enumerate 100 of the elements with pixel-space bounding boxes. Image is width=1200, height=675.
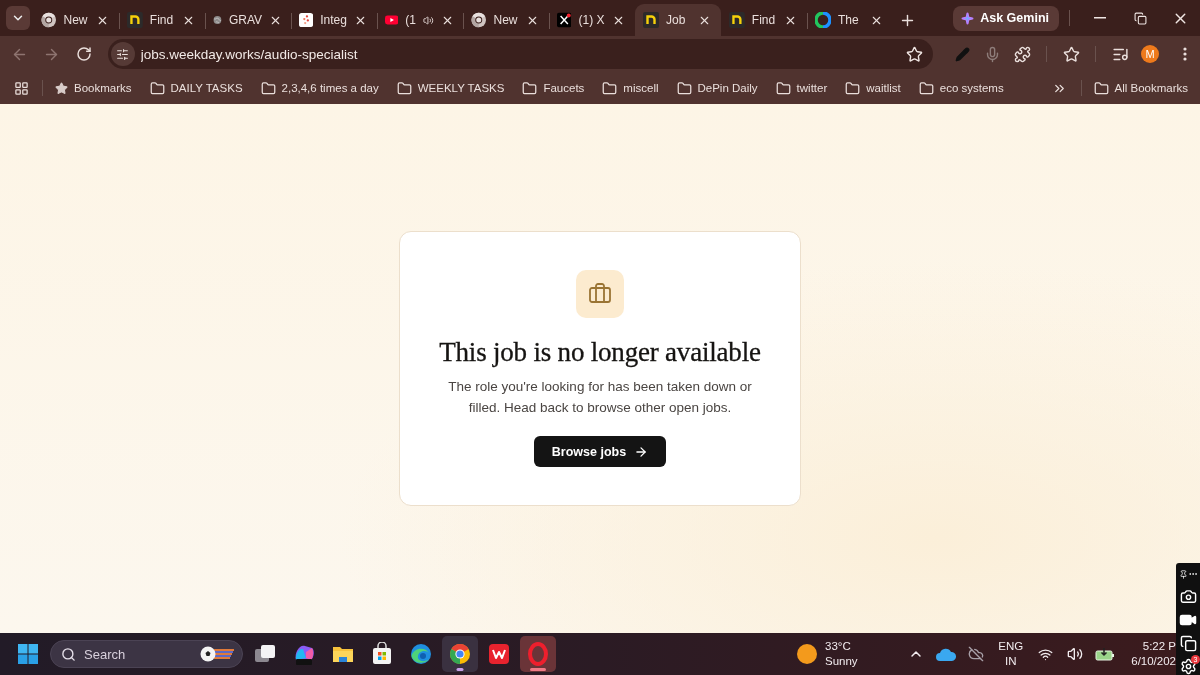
arch-logo-icon <box>729 12 745 28</box>
copy-icon <box>1179 635 1197 652</box>
ring-icon <box>526 642 550 666</box>
taskbar-search-button[interactable]: Search <box>50 640 243 668</box>
folder-icon <box>676 80 692 96</box>
browser-tab[interactable]: Integ <box>291 4 377 36</box>
page-message: The role you're looking for has been taken down or filled. Head back to browse other open jobs. <box>447 378 753 417</box>
ring-logo-icon <box>815 12 831 28</box>
bookmark-folder[interactable]: DePin Daily <box>670 76 764 100</box>
copy-button[interactable] <box>1178 635 1198 652</box>
tab-title: New <box>63 13 88 27</box>
bookmark-folder[interactable]: WEEKLY TASKS <box>390 76 511 100</box>
taskbar-app-button[interactable] <box>442 636 478 672</box>
cloud-icon <box>936 647 957 661</box>
bookmark-folder[interactable]: waitlist <box>839 76 907 100</box>
star-icon <box>55 81 68 95</box>
reload-icon <box>75 46 92 62</box>
bookmark-folder[interactable]: DAILY TASKS <box>143 76 249 100</box>
folder-icon <box>149 80 165 96</box>
page-title: This job is no longer available <box>439 336 761 368</box>
tab-title: (1 <box>405 13 416 27</box>
sparkle-icon <box>961 11 975 25</box>
browser-tab[interactable]: Find <box>721 4 807 36</box>
browser-tab[interactable]: Find <box>119 4 205 36</box>
clock[interactable]: 5:22 P 6/10/202 <box>1131 639 1176 669</box>
temperature-text: 33°C <box>825 639 852 654</box>
tab-title: Job <box>666 13 687 27</box>
arrow-right-icon <box>634 444 649 459</box>
folder-icon <box>602 80 618 96</box>
play-logo-icon <box>385 12 399 28</box>
weather-widget[interactable]: 33°C Sunny <box>797 639 858 669</box>
ask-gemini-button[interactable]: Ask Gemini <box>953 5 1059 31</box>
tab-title: (1) X <box>578 13 605 27</box>
language-button[interactable]: ENG IN <box>994 639 1028 669</box>
site-info-button[interactable] <box>110 42 135 66</box>
running-indicator <box>456 668 464 671</box>
browser-tab[interactable]: The <box>807 4 893 36</box>
briefcase-icon <box>576 270 624 318</box>
tab-title: Find <box>149 13 174 27</box>
bookmark-star-icon[interactable] <box>906 45 924 63</box>
menu-icon <box>1183 47 1188 61</box>
pencil-icon <box>954 46 970 62</box>
folder-icon <box>775 80 791 96</box>
grid-icon <box>13 80 29 96</box>
wifi-icon <box>1037 646 1053 662</box>
folder-icon <box>522 80 538 96</box>
star-icon <box>1062 45 1080 63</box>
browser-tab[interactable]: New <box>33 4 119 36</box>
browser-logo-icon <box>471 12 487 28</box>
arch-logo-icon <box>127 12 143 28</box>
minimize-icon <box>1094 17 1106 19</box>
bookmark-item[interactable]: Bookmarks <box>49 76 138 100</box>
browse-jobs-button[interactable]: Browse jobs <box>533 436 667 467</box>
address-bar[interactable]: jobs.weekday.works/audio-specialist <box>107 39 934 69</box>
bookmark-folder[interactable]: eco systems <box>912 76 1010 100</box>
restore-icon <box>1133 11 1147 25</box>
sliders-icon <box>116 47 130 61</box>
folder-icon <box>260 80 276 96</box>
search-icon <box>61 646 76 662</box>
windows-logo-icon <box>18 644 38 664</box>
folder-icon <box>396 80 412 96</box>
folder-icon <box>1093 80 1109 96</box>
screenshot-button[interactable] <box>1178 588 1198 605</box>
arch-logo-icon <box>643 12 659 28</box>
bookmark-folder[interactable]: 2,3,4,6 times a day <box>254 76 385 100</box>
puzzle-icon <box>1013 45 1031 63</box>
tab-title: Find <box>751 13 776 27</box>
tab-title: Integ <box>320 13 347 27</box>
browser-tab[interactable]: New <box>463 4 549 36</box>
weather-condition: Sunny <box>825 654 858 669</box>
bookmark-folder[interactable]: Faucets <box>516 76 591 100</box>
battery-icon <box>1095 647 1116 661</box>
soccer-ball-icon <box>200 646 234 662</box>
office-tile-icon <box>487 642 511 666</box>
browser-logo-icon <box>41 12 57 28</box>
shopping-bag-icon <box>370 642 394 666</box>
cloud-off-icon <box>968 646 985 662</box>
tab-title: New <box>493 13 518 27</box>
browser-tab[interactable]: (1 <box>377 4 463 36</box>
browser-tab[interactable]: GRAV <box>205 4 291 36</box>
browser-tab[interactable]: Job <box>635 4 721 36</box>
tab-title: GRAV <box>228 13 262 27</box>
bookmark-folder[interactable]: All Bookmarks <box>1087 76 1194 100</box>
folder-icon <box>845 80 861 96</box>
browser-logo-icon <box>448 642 472 666</box>
wave-circle-icon <box>409 642 433 666</box>
sun-icon <box>797 644 817 664</box>
bookmark-folder[interactable]: twitter <box>769 76 834 100</box>
folder-icon <box>918 80 934 96</box>
tab-search-button[interactable] <box>6 6 30 30</box>
x-logo-icon <box>557 12 572 28</box>
address-field[interactable]: jobs.weekday.works/audio-specialist <box>140 46 907 62</box>
camera-icon <box>1179 588 1197 605</box>
bookmark-folder[interactable]: miscell <box>596 76 665 100</box>
speaker-icon <box>1067 646 1084 662</box>
pin-icon <box>1178 569 1188 579</box>
dots-tile-icon <box>299 12 314 28</box>
settings-icon <box>1179 658 1197 675</box>
browser-tab[interactable]: (1) X <box>549 4 635 36</box>
tab-title: The <box>838 13 860 27</box>
